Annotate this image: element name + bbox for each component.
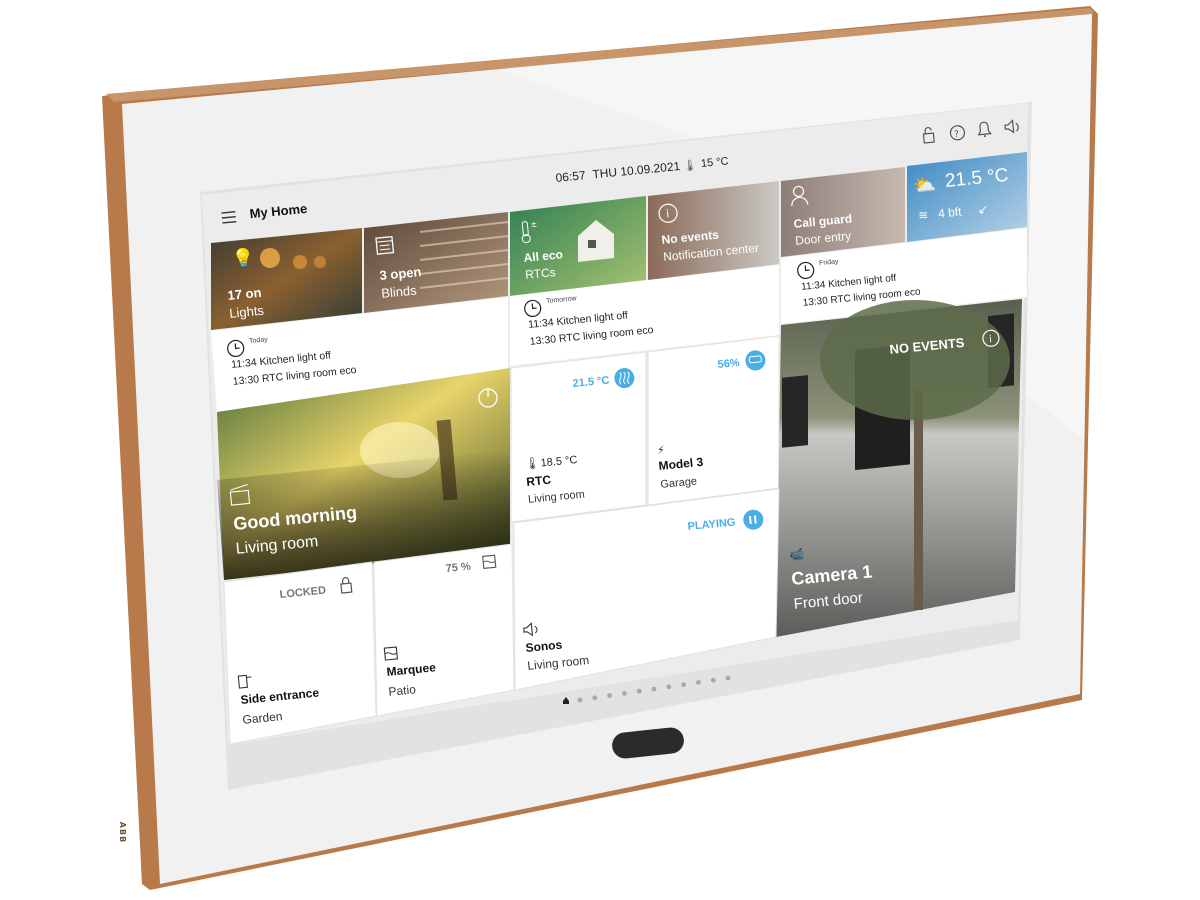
page-dot[interactable] [681,682,686,687]
page-dot[interactable] [710,677,716,683]
tile-door-entry[interactable]: Call guard Door entry [781,167,905,257]
rtc-title: RTC [526,473,552,489]
page-dot[interactable] [607,693,612,698]
outdoor-temp-icon: 🌡 [682,158,697,172]
page-dot[interactable] [577,697,583,703]
page-dot[interactable] [725,675,731,681]
marquee-percent: 75 % [445,561,471,575]
page-dot[interactable] [636,688,642,694]
page-dot[interactable] [622,691,627,696]
page-dot[interactable] [592,695,598,701]
tile-lights[interactable]: 💡 17 on Lights [211,228,362,330]
home-page-icon[interactable] [563,697,569,704]
tile-lock[interactable]: LOCKED Side entrance Garden [223,561,377,745]
tile-marquee[interactable]: 75 % Marquee Patio [373,543,515,717]
tile-rtc[interactable]: 21.5 °C 🌡 18.5 °C RTC Living room [510,351,647,523]
ev-charge-percent: 56% [717,357,740,371]
screen-content: 06:57 THU 10.09.2021 🌡 15 °C ? My Home 💡… [202,103,1028,745]
tile-ev-charger[interactable]: 56% ⚡ Model 3 Garage [647,335,780,506]
lightbulb-icon: 💡 [231,246,255,270]
wind-icon: ≋ [918,208,929,223]
partly-sunny-icon: ⛅ [912,174,936,197]
tile-weather[interactable]: ⛅ 21.5 °C ≋ 4 bft ↙ [907,152,1027,242]
tile-notifications[interactable]: i No events Notification center [648,181,779,280]
tile-rtcs[interactable]: ± All eco RTCs [510,196,646,296]
ev-plug-icon: ⚡ [657,443,666,457]
tile-camera[interactable]: NO EVENTS i 📹 Camera 1 Front door [776,299,1022,637]
page-dot[interactable] [696,680,701,685]
page-dot[interactable] [651,686,657,692]
marquee-subtitle: Patio [388,682,417,699]
thermometer-icon: 🌡 [524,456,541,471]
svg-text:±: ± [530,220,538,230]
rtcs-label: RTCs [525,265,557,282]
camera-icon: 📹 [788,547,804,562]
tile-blinds[interactable]: 3 open Blinds [364,212,509,313]
page-dot[interactable] [666,684,672,690]
status-time: 06:57 [555,168,587,185]
arrow-southwest-icon: ↙ [977,202,988,217]
weather-wind: 4 bft [938,205,963,221]
